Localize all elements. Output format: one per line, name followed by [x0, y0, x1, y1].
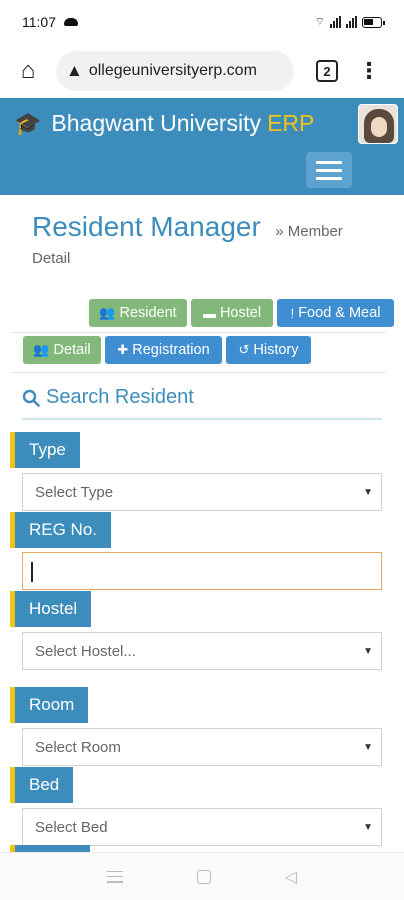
type-select[interactable]: Select Type ▼	[22, 473, 382, 511]
battery-icon	[362, 16, 385, 28]
next-field-label	[10, 845, 90, 852]
brand-name: Bhagwant University	[51, 110, 262, 136]
warning-icon[interactable]: ▲	[66, 61, 83, 81]
room-label: Room	[10, 687, 89, 723]
wifi-icon: ⌔	[314, 16, 325, 28]
divider	[12, 372, 386, 373]
users-icon: 👥	[33, 342, 50, 357]
app-header: 🎓 Bhagwant University ERP	[0, 98, 404, 195]
chevron-down-icon: ▼	[363, 486, 373, 498]
browser-toolbar: ⌂ ▲ ollegeuniversityerp.com 2 ⋮	[0, 44, 404, 98]
bed-label: Bed	[10, 767, 74, 803]
address-bar[interactable]: ▲ ollegeuniversityerp.com	[56, 51, 294, 91]
hostel-select[interactable]: Select Hostel... ▼	[22, 632, 382, 670]
page-title: Resident Manager » Member Detail	[32, 210, 372, 269]
type-label: Type	[10, 432, 80, 468]
resident-button[interactable]: 👥 Resident	[89, 299, 187, 327]
chevron-down-icon: ▼	[363, 645, 373, 657]
status-bar: 11:07 ⌔	[0, 0, 404, 44]
avatar[interactable]	[358, 104, 398, 144]
tab-switcher-button[interactable]: 2	[316, 60, 338, 82]
chevron-down-icon: ▼	[363, 821, 373, 833]
home-button-icon[interactable]	[196, 869, 211, 884]
graduation-cap-icon: 🎓	[14, 110, 42, 136]
text-cursor	[31, 562, 33, 582]
url-text: ollegeuniversityerp.com	[88, 62, 257, 79]
hostel-button[interactable]: ▬ Hostel	[191, 299, 273, 327]
recent-apps-icon[interactable]	[106, 870, 123, 883]
cloud-icon	[64, 18, 78, 26]
status-time: 11:07	[22, 14, 56, 30]
plus-icon: ✚	[117, 342, 129, 357]
signal-icon	[330, 16, 341, 28]
reg-no-label: REG No.	[10, 512, 112, 548]
history-button[interactable]: ↺ History	[226, 336, 311, 364]
registration-button[interactable]: ✚ Registration	[105, 336, 222, 364]
history-icon: ↺	[238, 342, 250, 357]
more-options-icon[interactable]: ⋮	[358, 60, 380, 82]
hostel-label: Hostel	[10, 591, 92, 627]
search-icon	[22, 389, 40, 407]
bed-icon: ▬	[202, 305, 216, 321]
users-icon: 👥	[99, 305, 116, 320]
food-meal-button[interactable]: ǃ Food & Meal	[277, 299, 394, 327]
home-icon[interactable]: ⌂	[10, 53, 46, 89]
top-button-row: 👥 Resident ▬ Hostel ǃ Food & Meal	[89, 299, 394, 327]
brand-accent: ERP	[267, 110, 315, 136]
chevron-down-icon: ▼	[363, 741, 373, 753]
room-select[interactable]: Select Room ▼	[22, 728, 382, 766]
search-underline	[22, 418, 382, 420]
divider	[12, 332, 386, 333]
breadcrumb: » Member	[275, 223, 343, 240]
reg-no-input[interactable]	[22, 552, 382, 590]
page-heading: Resident Manager	[32, 211, 261, 242]
sub-button-row: 👥 Detail ✚ Registration ↺ History	[23, 336, 311, 364]
search-heading: Search Resident	[22, 386, 194, 409]
system-nav-bar: ◁	[0, 852, 404, 900]
brand-logo[interactable]: 🎓 Bhagwant University ERP	[14, 110, 314, 137]
breadcrumb-sub: Detail	[32, 250, 71, 267]
fork-icon: ǃ	[290, 305, 295, 321]
detail-button[interactable]: 👥 Detail	[23, 336, 101, 364]
signal-icon-2	[346, 16, 357, 28]
back-icon[interactable]: ◁	[285, 867, 297, 887]
bed-select[interactable]: Select Bed ▼	[22, 808, 382, 846]
menu-toggle-button[interactable]	[306, 152, 352, 188]
